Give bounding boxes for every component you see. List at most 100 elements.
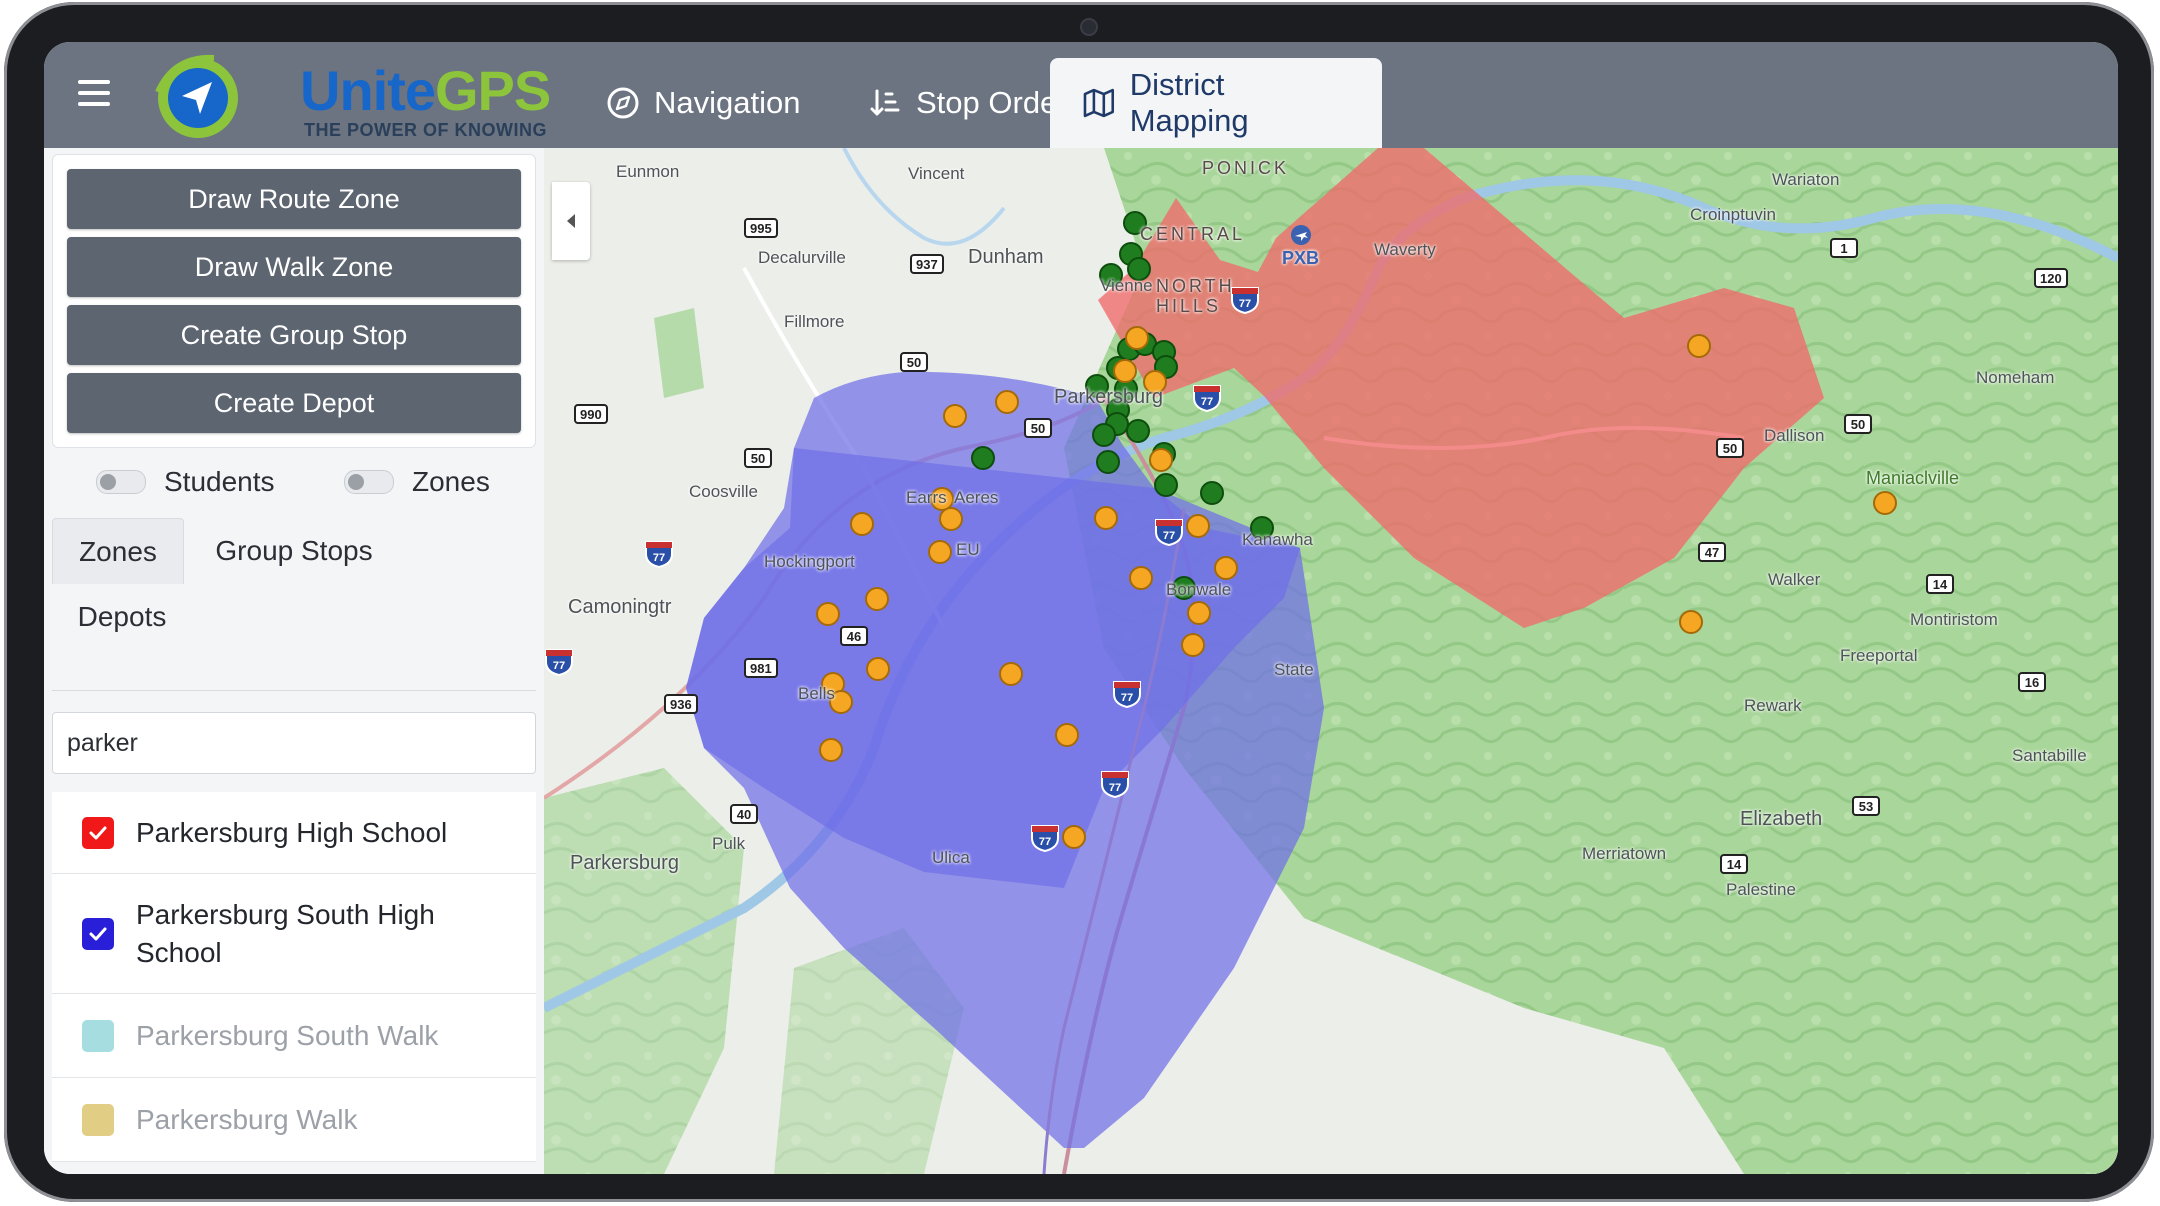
zone-item-label: Parkersburg South High School [136, 898, 435, 968]
zone-item-parkersburg-south-high[interactable]: Parkersburg South High School [52, 874, 536, 994]
compass-icon [607, 87, 639, 119]
route-shield: 1 [1830, 238, 1858, 258]
draw-route-zone-button[interactable]: Draw Route Zone [67, 169, 521, 229]
subtab-depots[interactable]: Depots [52, 584, 192, 650]
svg-text:77: 77 [1109, 782, 1121, 794]
zone-item-label: Parkersburg South Walk [136, 1019, 439, 1051]
zone-item-parkersburg-walk[interactable]: Parkersburg Walk [52, 1078, 536, 1162]
zone-search-input[interactable] [52, 712, 536, 774]
create-group-stop-button[interactable]: Create Group Stop [67, 305, 521, 365]
map-label: Eunmon [616, 162, 680, 181]
menu-icon[interactable] [78, 80, 110, 106]
tab-navigation-label: Navigation [654, 85, 801, 120]
tab-district-mapping-label: District Mapping [1129, 67, 1249, 138]
map-label: Bonwale [1166, 580, 1232, 599]
map-label: NORTH HILLS [1156, 276, 1235, 316]
brand-tagline: THE POWER OF KNOWING [304, 120, 547, 140]
students-toggle-label: Students [164, 466, 275, 497]
checkbox-checked-icon[interactable] [82, 816, 114, 849]
interstate-shield-icon: 77 [1231, 287, 1259, 314]
students-toggle[interactable] [96, 470, 146, 494]
map-label: Dunham [968, 246, 1044, 268]
map-label: Rewark [1744, 696, 1802, 715]
map-label: Aeres [954, 488, 999, 507]
route-shield: 50 [744, 448, 772, 468]
checkbox-unchecked-icon[interactable] [82, 1019, 114, 1052]
route-shield: 50 [1716, 438, 1744, 458]
chevron-left-icon [567, 214, 575, 228]
map-label: Camoningtr [568, 596, 672, 618]
checkbox-unchecked-icon[interactable] [82, 1103, 114, 1136]
map-label: Fillmore [784, 312, 845, 331]
svg-text:77: 77 [1201, 396, 1213, 408]
map-label: Vienne [1100, 276, 1153, 295]
brand-logo: UniteGPS THE POWER OF KNOWING [154, 52, 551, 140]
map-label: Parkersburg [570, 852, 679, 874]
map-label: Parkersburg [1054, 386, 1163, 408]
map-label: Maniaclville [1866, 468, 1960, 488]
tab-navigation[interactable]: Navigation [574, 58, 832, 148]
zone-item-parkersburg-south-walk[interactable]: Parkersburg South Walk [52, 994, 536, 1078]
zones-toggle-row: Zones [344, 466, 490, 498]
map-label: Walker [1768, 570, 1821, 589]
route-shield: 40 [730, 804, 758, 824]
map-label: Nomeham [1976, 368, 2055, 387]
interstate-shield-icon: 77 [1113, 681, 1141, 708]
sort-order-icon [870, 89, 900, 116]
checkbox-checked-icon[interactable] [82, 917, 114, 950]
route-shield: 47 [1698, 542, 1726, 562]
zones-toggle[interactable] [344, 470, 394, 494]
map-label: CENTRAL [1140, 224, 1246, 244]
interstate-shield-icon: 77 [1101, 771, 1129, 798]
route-shield: 120 [2034, 268, 2068, 288]
zone-list: Parkersburg High School Parkersburg Sout… [52, 792, 536, 1162]
route-shield: 14 [1926, 574, 1954, 594]
subtab-divider [52, 690, 536, 691]
route-shield: 995 [744, 218, 778, 238]
collapse-panel-button[interactable] [552, 182, 590, 260]
students-toggle-row: Students [96, 466, 275, 498]
map-label: PXB [1282, 248, 1320, 268]
draw-walk-zone-button[interactable]: Draw Walk Zone [67, 237, 521, 297]
svg-text:77: 77 [1239, 298, 1251, 310]
interstate-shield-icon: 77 [1155, 519, 1183, 546]
interstate-shield-icon: 77 [1193, 385, 1221, 412]
map-label: PONICK [1202, 158, 1290, 178]
map-label: Santabille [2012, 746, 2087, 765]
route-shield: 50 [900, 352, 928, 372]
route-shield: 936 [664, 694, 698, 714]
route-shield: 50 [1844, 414, 1872, 434]
district-map[interactable]: Eunmon Vincent PONICK Wariaton Croinptuv… [544, 148, 2118, 1174]
subtab-zones[interactable]: Zones [52, 518, 184, 584]
map-label: EU [956, 540, 980, 559]
create-depot-button[interactable]: Create Depot [67, 373, 521, 433]
interstate-shield-icon: 77 [645, 541, 673, 568]
sidebar: Draw Route Zone Draw Walk Zone Create Gr… [44, 148, 544, 1174]
map-label: Vincent [908, 164, 965, 183]
interstate-shield-icon: 77 [545, 649, 573, 676]
map-label: Coosville [689, 482, 758, 501]
map-label: Earrs [906, 488, 947, 507]
subtab-group-stops[interactable]: Group Stops [204, 518, 384, 584]
tab-district-mapping[interactable]: District Mapping [1050, 58, 1382, 148]
map-label: Dallison [1764, 426, 1825, 445]
zone-item-label: Parkersburg High School [136, 816, 448, 848]
map-label: Freeportal [1840, 646, 1918, 665]
route-shield: 46 [840, 626, 868, 646]
app-screen: UniteGPS THE POWER OF KNOWING Navigation… [44, 42, 2118, 1174]
route-shield: 50 [1024, 418, 1052, 438]
map-label: Merriatown [1582, 844, 1667, 863]
map-label: Decalurville [758, 248, 846, 267]
tab-stop-order-label: Stop Order [916, 85, 1068, 120]
map-label: Waverty [1374, 240, 1436, 259]
map-label: Pulk [712, 834, 746, 853]
route-shield: 981 [744, 658, 778, 678]
zone-item-parkersburg-high[interactable]: Parkersburg High School [52, 792, 536, 874]
gps-pin-icon [155, 54, 238, 138]
airport-icon [1291, 225, 1311, 245]
map-label: Elizabeth [1740, 808, 1823, 830]
map-label: Kanawha [1242, 530, 1313, 549]
map-label: Hockingport [764, 552, 855, 571]
svg-text:77: 77 [653, 552, 665, 564]
top-bar: UniteGPS THE POWER OF KNOWING Navigation… [44, 42, 2118, 148]
